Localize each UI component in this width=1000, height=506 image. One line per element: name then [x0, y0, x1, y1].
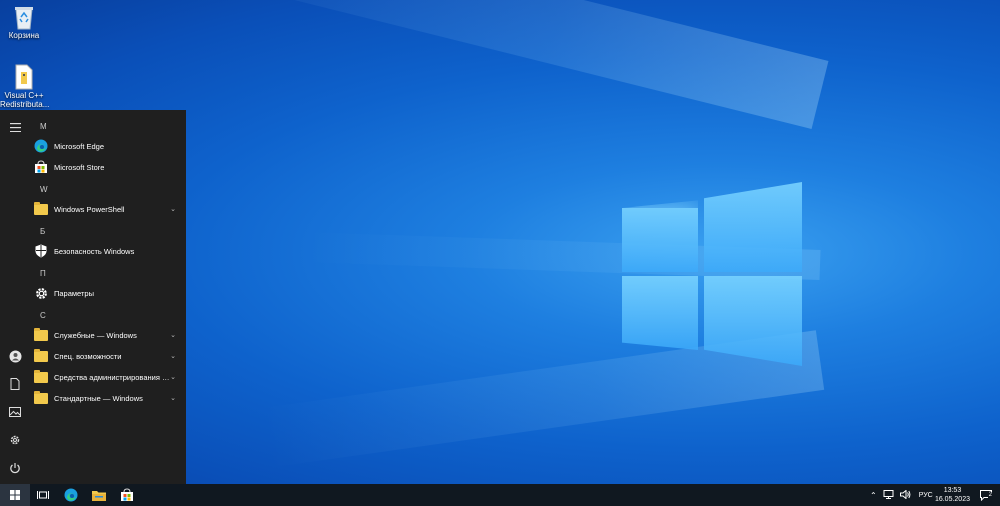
chevron-down-icon: ⌄	[170, 395, 176, 402]
app-folder-windows-powershell[interactable]: Windows PowerShell ⌄	[34, 199, 182, 219]
logo-pane	[622, 276, 698, 350]
app-label: Microsoft Store	[54, 162, 105, 172]
app-label: Стандартные — Windows	[54, 393, 143, 403]
recycle-bin-icon	[13, 4, 35, 30]
app-label: Windows PowerShell	[54, 204, 125, 214]
user-icon[interactable]	[7, 348, 23, 364]
store-icon	[121, 488, 133, 501]
start-menu-rail	[0, 110, 30, 484]
start-button-icon	[10, 490, 20, 500]
chevron-down-icon: ⌄	[170, 374, 176, 381]
app-folder-accessories[interactable]: Стандартные — Windows ⌄	[34, 388, 182, 408]
taskbar-store[interactable]	[114, 484, 140, 506]
network-icon[interactable]	[883, 489, 894, 501]
start-menu: M Microsoft Edge Microsoft Store W Windo…	[0, 110, 186, 484]
app-folder-accessibility[interactable]: Спец. возможности ⌄	[34, 346, 182, 366]
taskbar-edge[interactable]	[58, 484, 84, 506]
app-settings[interactable]: Параметры	[34, 283, 182, 303]
task-view-icon	[37, 491, 49, 499]
installer-icon	[13, 64, 35, 90]
edge-icon	[34, 139, 48, 153]
logo-pane	[704, 276, 802, 366]
group-letter[interactable]: Б	[40, 227, 45, 236]
group-letter[interactable]: П	[40, 269, 46, 278]
language-indicator[interactable]: РУС	[919, 492, 933, 499]
folder-icon	[34, 201, 48, 216]
power-icon[interactable]	[7, 460, 23, 476]
desktop-icon-label: Visual C++ Redistributa...	[0, 91, 50, 109]
chevron-down-icon: ⌄	[170, 332, 176, 339]
app-label: Средства администрирования W...	[54, 372, 172, 382]
windows-logo	[620, 180, 805, 366]
group-letter[interactable]: M	[40, 122, 47, 131]
gear-icon	[34, 286, 48, 300]
clock-date: 16.05.2023	[934, 496, 970, 503]
logo-pane	[622, 208, 698, 272]
app-microsoft-store[interactable]: Microsoft Store	[34, 157, 182, 177]
taskbar-file-explorer[interactable]	[86, 484, 112, 506]
app-label: Спец. возможности	[54, 351, 122, 361]
clock[interactable]: 13:53 16.05.2023	[935, 486, 970, 504]
group-letter[interactable]: W	[40, 185, 48, 194]
app-label: Microsoft Edge	[54, 141, 105, 151]
folder-icon	[34, 327, 48, 342]
file-explorer-icon	[92, 491, 106, 501]
store-icon	[34, 160, 48, 174]
app-label: Безопасность Windows	[54, 246, 135, 256]
documents-icon[interactable]	[7, 376, 23, 392]
pictures-icon[interactable]	[7, 404, 23, 420]
folder-icon	[34, 348, 48, 363]
chevron-down-icon: ⌄	[170, 206, 176, 213]
clock-time: 13:53	[943, 487, 962, 494]
app-folder-system-tools[interactable]: Служебные — Windows ⌄	[34, 325, 182, 345]
notification-center-button[interactable]: 2	[976, 484, 996, 506]
chevron-up-icon[interactable]: ⌃	[870, 491, 877, 500]
desktop-icon-recycle-bin[interactable]: Корзина	[0, 4, 48, 40]
logo-pane	[704, 182, 802, 272]
volume-icon[interactable]	[899, 488, 911, 501]
settings-icon[interactable]	[7, 432, 23, 448]
light-beam	[151, 0, 829, 129]
folder-icon	[34, 390, 48, 405]
shield-icon	[34, 244, 48, 258]
app-folder-admin-tools[interactable]: Средства администрирования W... ⌄	[34, 367, 182, 387]
folder-icon	[34, 369, 48, 384]
start-button[interactable]	[0, 484, 30, 506]
app-microsoft-edge[interactable]: Microsoft Edge	[34, 136, 182, 156]
group-letter[interactable]: С	[40, 311, 46, 320]
notification-badge: 2	[987, 492, 993, 498]
hamburger-menu-icon[interactable]	[7, 119, 23, 135]
desktop-icon-label: Корзина	[8, 31, 40, 40]
desktop-icon-vc-redist[interactable]: Visual C++ Redistributa...	[0, 64, 50, 109]
taskbar: ⌃ РУС 13:53 16.05.2023 2	[0, 484, 1000, 506]
task-view-button[interactable]	[30, 484, 56, 506]
system-tray: ⌃ РУС	[870, 484, 939, 506]
app-label: Служебные — Windows	[54, 330, 137, 340]
app-windows-security[interactable]: Безопасность Windows	[34, 241, 182, 261]
chevron-down-icon: ⌄	[170, 353, 176, 360]
app-label: Параметры	[54, 288, 94, 298]
edge-icon	[64, 488, 78, 502]
